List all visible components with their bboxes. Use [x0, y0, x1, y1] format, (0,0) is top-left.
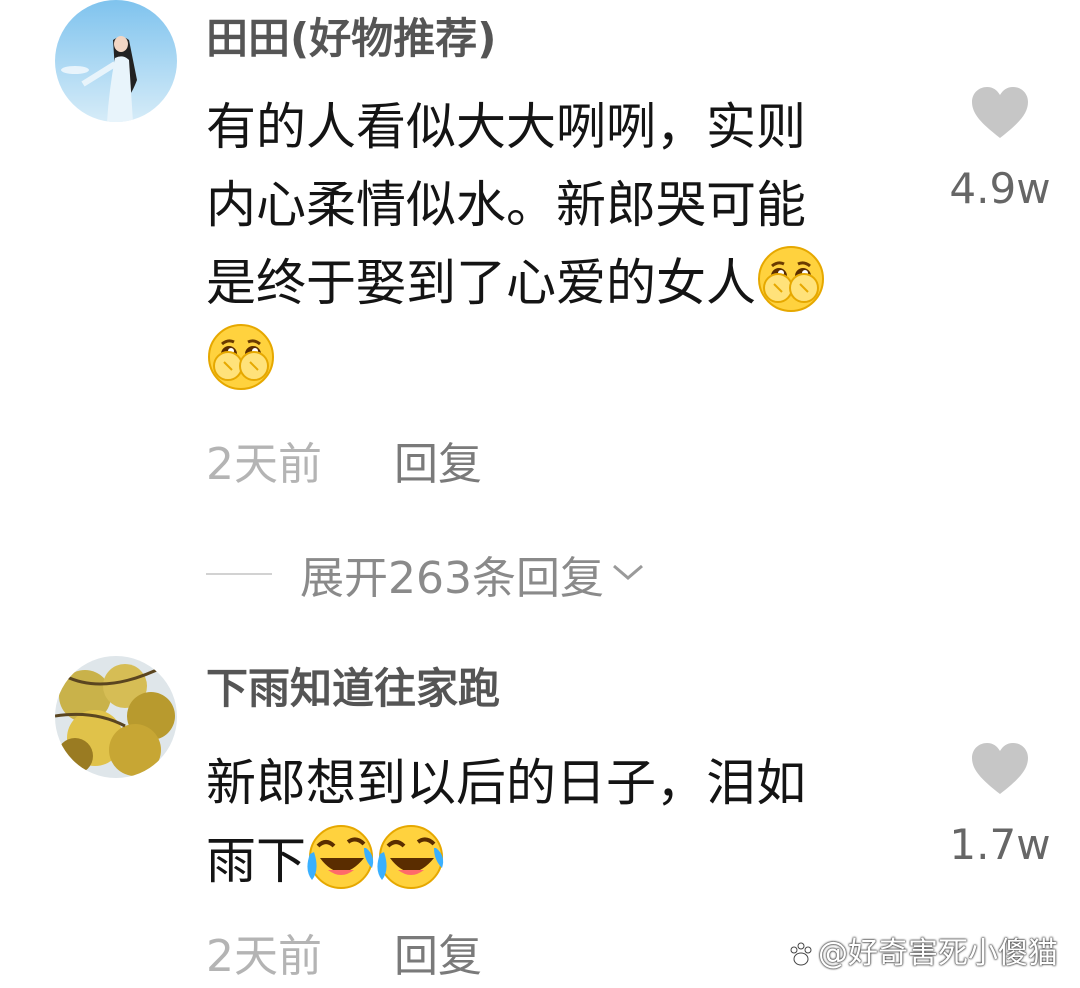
avatar[interactable] — [55, 0, 177, 122]
comment-meta: 2天前 回复 — [206, 440, 482, 490]
laugh-crying-emoji — [376, 822, 446, 892]
comment-username[interactable]: 下雨知道往家跑 — [206, 664, 500, 714]
pleading-cover-mouth-emoji — [756, 244, 826, 314]
comment-username[interactable]: 田田(好物推荐) — [206, 14, 496, 64]
reply-button[interactable]: 回复 — [394, 932, 482, 982]
comment-time: 2天前 — [206, 931, 322, 982]
like-button[interactable]: 4.9w — [940, 86, 1060, 214]
like-count: 1.7w — [949, 820, 1051, 869]
divider-line — [206, 573, 272, 575]
watermark: @好奇害死小傻猫 — [788, 928, 1058, 975]
avatar[interactable] — [55, 656, 177, 778]
like-button[interactable]: 1.7w — [940, 742, 1060, 870]
chevron-down-icon — [610, 560, 646, 588]
like-count: 4.9w — [949, 164, 1051, 213]
pleading-cover-mouth-emoji — [206, 322, 276, 392]
watermark-text: @好奇害死小傻猫 — [818, 936, 1058, 971]
comment-text: 有的人看似大大咧咧，实则 内心柔情似水。新郎哭可能 是终于娶到了心爱的女人 — [206, 88, 926, 400]
comment-meta: 2天前 回复 — [206, 932, 482, 982]
heart-icon — [972, 87, 1028, 138]
laugh-crying-emoji — [306, 822, 376, 892]
comment-text: 新郎想到以后的日子，泪如 雨下 — [206, 754, 806, 892]
paw-icon — [788, 940, 814, 975]
expand-replies-label: 展开263条回复 — [300, 553, 604, 604]
reply-button[interactable]: 回复 — [394, 440, 482, 490]
expand-replies-button[interactable]: 展开263条回复 — [206, 542, 646, 604]
heart-icon — [972, 743, 1028, 794]
comment-time: 2天前 — [206, 439, 322, 490]
